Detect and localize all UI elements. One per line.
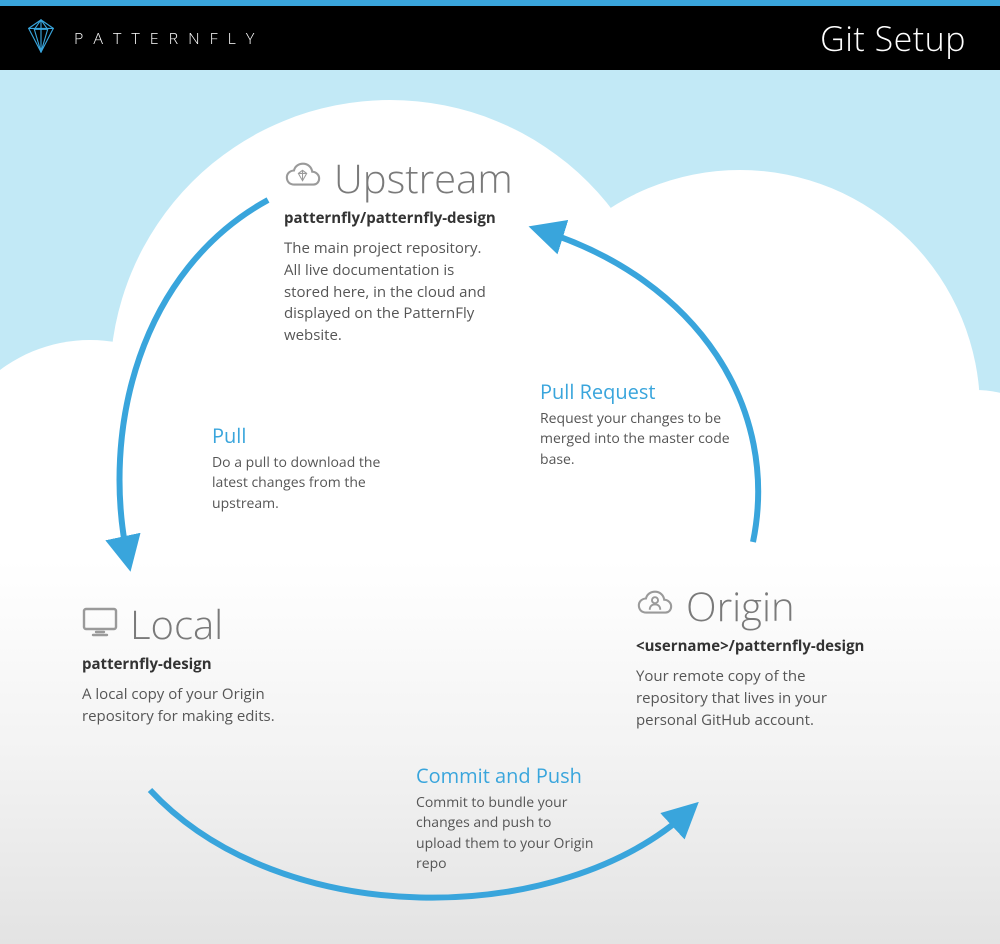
label-commit-push: Commit and Push Commit to bundle your ch… [416, 762, 596, 874]
cloud-origin-icon [636, 589, 674, 624]
upstream-path: patternfly/patternfly-design [284, 208, 513, 228]
upstream-desc: The main project repository. All live do… [284, 238, 494, 347]
origin-path: <username>/patternfly-design [636, 636, 866, 656]
origin-title: Origin [686, 586, 795, 626]
pull-desc: Do a pull to download the latest changes… [212, 453, 402, 514]
monitor-icon [82, 606, 118, 643]
brand-name: PATTERNFLY [74, 27, 264, 49]
cloud-upstream-icon [284, 161, 322, 196]
label-pull: Pull Do a pull to download the latest ch… [212, 422, 402, 514]
upstream-title: Upstream [334, 158, 513, 198]
local-title: Local [130, 604, 223, 644]
node-origin: Origin <username>/patternfly-design Your… [636, 586, 866, 731]
brand: PATTERNFLY [22, 17, 264, 60]
label-pull-request: Pull Request Request your changes to be … [540, 378, 730, 470]
header: PATTERNFLY Git Setup [0, 6, 1000, 70]
pull-request-desc: Request your changes to be merged into t… [540, 409, 730, 470]
commit-push-desc: Commit to bundle your changes and push t… [416, 793, 596, 874]
pull-title: Pull [212, 422, 402, 449]
commit-push-title: Commit and Push [416, 762, 596, 789]
local-path: patternfly-design [82, 654, 312, 674]
origin-desc: Your remote copy of the repository that … [636, 666, 866, 731]
node-upstream: Upstream patternfly/patternfly-design Th… [284, 158, 513, 347]
pull-request-title: Pull Request [540, 378, 730, 405]
patternfly-logo-icon [22, 17, 60, 60]
local-desc: A local copy of your Origin repository f… [82, 684, 312, 728]
page-title: Git Setup [820, 15, 966, 61]
node-local: Local patternfly-design A local copy of … [82, 604, 312, 728]
